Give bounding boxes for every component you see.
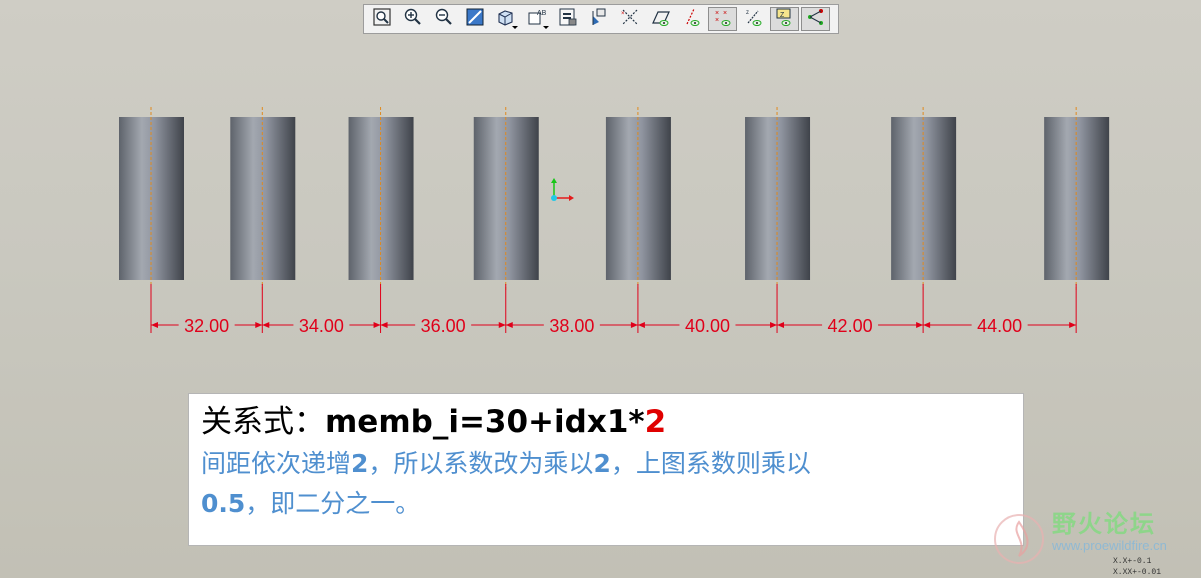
tolerance-line-2: X.XX+-0.01	[1113, 568, 1162, 577]
dimension-arrow	[262, 322, 270, 328]
explanation-number: 2	[351, 449, 369, 478]
dimension-value: 32.00	[184, 316, 229, 336]
dimension-4: 38.00	[505, 316, 638, 336]
relation-coefficient: 2	[644, 404, 667, 440]
dimension-arrow	[373, 322, 381, 328]
dimension-3: 36.00	[380, 316, 506, 336]
dimension-2: 34.00	[262, 316, 381, 336]
watermark-url: www.proewildfire.cn	[1052, 538, 1167, 553]
coordinate-system-icon	[551, 178, 574, 201]
dimension-7: 44.00	[923, 316, 1077, 336]
explanation-number: 2	[593, 449, 611, 478]
dimension-arrow	[923, 322, 931, 328]
relation-explanation: 间距依次递增2，所以系数改为乘以2，上图系数则乘以 0.5，即二分之一。	[201, 444, 1011, 524]
watermark-title: 野火论坛	[1052, 510, 1156, 538]
dimension-value: 36.00	[421, 316, 466, 336]
dimension-value: 38.00	[549, 316, 594, 336]
dimension-arrow	[380, 322, 388, 328]
dimension-value: 34.00	[299, 316, 344, 336]
cylinders-layer	[119, 117, 1110, 280]
explanation-text: ，上图系数则乘以	[610, 449, 811, 478]
dimension-arrow	[637, 322, 645, 328]
dimension-arrow	[498, 322, 506, 328]
explanation-text: ，即二分之一。	[245, 489, 421, 518]
cylinder-2	[230, 117, 296, 280]
dimension-arrow	[916, 322, 924, 328]
dimension-1: 32.00	[151, 316, 263, 336]
graphics-window[interactable]: 32.00 34.00 36.00 38.00 40.00 42.00 44.00	[0, 0, 1201, 390]
dimension-arrow	[1069, 322, 1077, 328]
dimension-arrow	[505, 322, 513, 328]
dimension-value: 40.00	[685, 316, 730, 336]
dimension-arrow	[151, 322, 158, 328]
dimension-5: 40.00	[637, 316, 778, 336]
relation-formula-line: 关系式：memb_i=30+idx1*2	[201, 402, 1011, 442]
model-canvas[interactable]: 32.00 34.00 36.00 38.00 40.00 42.00 44.00	[0, 0, 1201, 390]
dimension-arrow	[770, 322, 778, 328]
dimension-arrow	[777, 322, 785, 328]
flame-logo-icon	[994, 514, 1044, 564]
forum-watermark: 野火论坛 www.proewildfire.cn	[990, 510, 1200, 574]
explanation-number: 0.5	[201, 489, 246, 518]
relation-note: 关系式：memb_i=30+idx1*2 间距依次递增2，所以系数改为乘以2，上…	[188, 393, 1024, 546]
dimension-arrow	[255, 322, 263, 328]
tolerance-line-1: X.X+-0.1	[1113, 557, 1152, 566]
explanation-text: ，所以系数改为乘以	[368, 449, 594, 478]
relation-formula: memb_i=30+idx1*	[325, 404, 645, 440]
dimensions-layer: 32.00 34.00 36.00 38.00 40.00 42.00 44.00	[150, 284, 1077, 336]
dimension-6: 42.00	[777, 316, 924, 336]
dimension-arrow	[630, 322, 638, 328]
dimension-value: 42.00	[828, 316, 873, 336]
explanation-text: 间距依次递增	[201, 449, 352, 478]
dimension-value: 44.00	[977, 316, 1022, 336]
relation-label: 关系式：	[201, 404, 325, 440]
